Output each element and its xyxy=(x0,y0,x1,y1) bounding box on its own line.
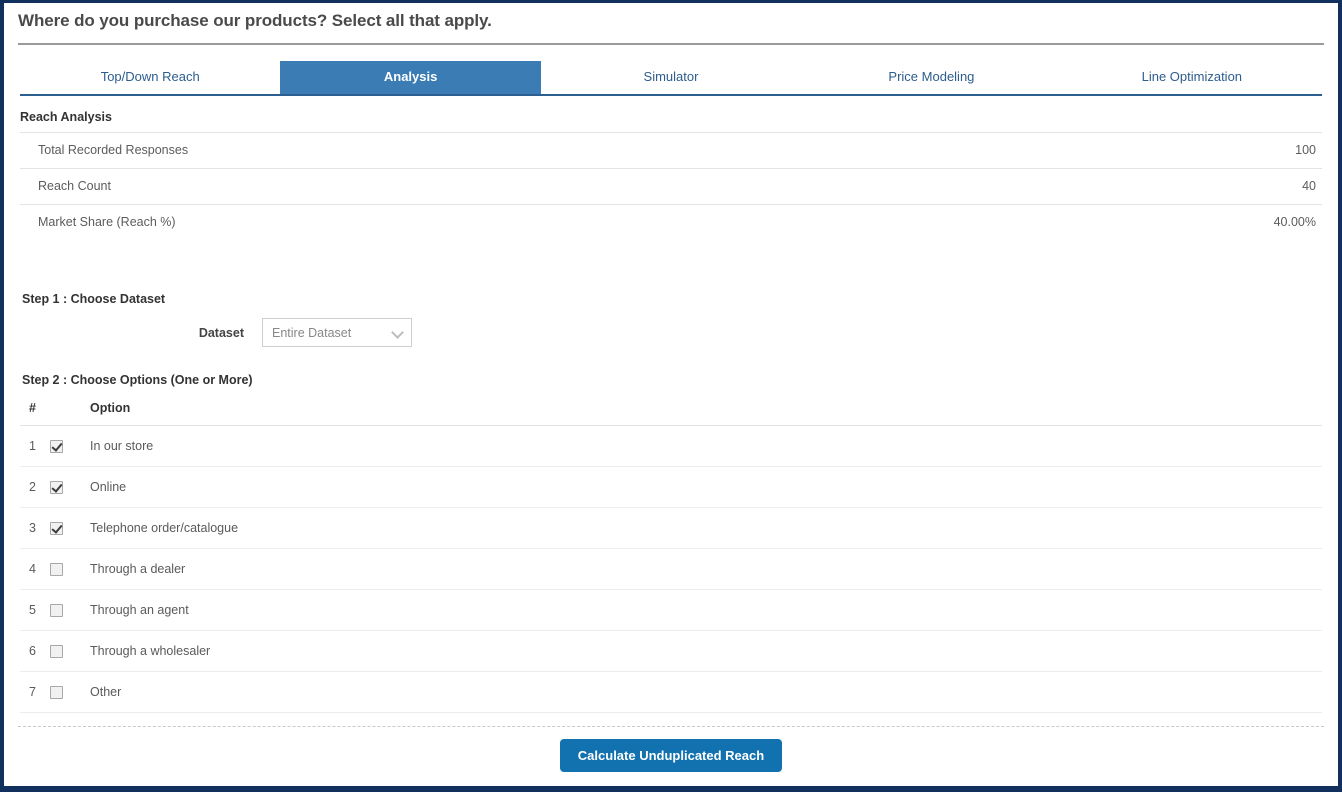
option-checkbox[interactable] xyxy=(50,645,63,658)
step1-title: Step 1 : Choose Dataset xyxy=(4,292,1338,306)
dataset-select[interactable]: Entire Dataset xyxy=(262,318,412,347)
option-index: 6 xyxy=(20,631,50,672)
table-row: 3 Telephone order/catalogue xyxy=(20,508,1322,549)
app-window: Where do you purchase our products? Sele… xyxy=(0,0,1342,792)
dataset-label: Dataset xyxy=(22,326,262,340)
table-row: 6 Through a wholesaler xyxy=(20,631,1322,672)
tab-line-optimization[interactable]: Line Optimization xyxy=(1062,61,1322,94)
metric-value: 100 xyxy=(1031,133,1322,169)
column-header-checkbox xyxy=(50,397,80,426)
table-row: 2 Online xyxy=(20,467,1322,508)
metric-label: Total Recorded Responses xyxy=(20,133,1031,169)
step2-title: Step 2 : Choose Options (One or More) xyxy=(4,373,1338,387)
tab-price-modeling[interactable]: Price Modeling xyxy=(801,61,1061,94)
option-checkbox-cell xyxy=(50,426,80,467)
option-checkbox[interactable] xyxy=(50,686,63,699)
tab-simulator[interactable]: Simulator xyxy=(541,61,801,94)
dataset-select-value: Entire Dataset xyxy=(272,325,351,341)
option-label: Other xyxy=(80,672,1322,713)
reach-analysis-table: Total Recorded Responses100Reach Count40… xyxy=(20,132,1322,240)
option-index: 7 xyxy=(20,672,50,713)
options-table: # Option 1 In our store 2 Online 3 Telephone … xyxy=(20,397,1322,713)
table-row: 7 Other xyxy=(20,672,1322,713)
calculate-unduplicated-reach-button[interactable]: Calculate Unduplicated Reach xyxy=(560,739,782,772)
metric-row: Market Share (Reach %)40.00% xyxy=(20,205,1322,241)
option-index: 4 xyxy=(20,549,50,590)
header-divider xyxy=(18,43,1324,45)
option-index: 1 xyxy=(20,426,50,467)
option-checkbox[interactable] xyxy=(50,604,63,617)
metric-label: Market Share (Reach %) xyxy=(20,205,1031,241)
footer-actions: Calculate Unduplicated Reach xyxy=(4,727,1338,786)
option-checkbox[interactable] xyxy=(50,522,63,535)
metric-label: Reach Count xyxy=(20,169,1031,205)
dataset-row: Dataset Entire Dataset xyxy=(4,318,1338,347)
option-checkbox-cell xyxy=(50,508,80,549)
option-checkbox[interactable] xyxy=(50,440,63,453)
metric-row: Total Recorded Responses100 xyxy=(20,133,1322,169)
option-checkbox-cell xyxy=(50,549,80,590)
tab-top-down-reach[interactable]: Top/Down Reach xyxy=(20,61,280,94)
option-index: 3 xyxy=(20,508,50,549)
option-index: 2 xyxy=(20,467,50,508)
option-label: Telephone order/catalogue xyxy=(80,508,1322,549)
option-checkbox-cell xyxy=(50,467,80,508)
reach-analysis-title: Reach Analysis xyxy=(4,96,1338,132)
section-spacer xyxy=(4,240,1338,292)
option-label: Through an agent xyxy=(80,590,1322,631)
option-label: Online xyxy=(80,467,1322,508)
option-label: In our store xyxy=(80,426,1322,467)
option-label: Through a dealer xyxy=(80,549,1322,590)
page-title: Where do you purchase our products? Sele… xyxy=(18,9,1324,33)
table-row: 4 Through a dealer xyxy=(20,549,1322,590)
tab-bar: Top/Down ReachAnalysisSimulatorPrice Mod… xyxy=(20,61,1322,96)
option-checkbox-cell xyxy=(50,672,80,713)
option-checkbox[interactable] xyxy=(50,563,63,576)
option-checkbox-cell xyxy=(50,631,80,672)
metric-value: 40.00% xyxy=(1031,205,1322,241)
option-checkbox-cell xyxy=(50,590,80,631)
column-header-option: Option xyxy=(80,397,1322,426)
option-label: Through a wholesaler xyxy=(80,631,1322,672)
option-checkbox[interactable] xyxy=(50,481,63,494)
table-row: 5 Through an agent xyxy=(20,590,1322,631)
options-header-row: # Option xyxy=(20,397,1322,426)
table-row: 1 In our store xyxy=(20,426,1322,467)
metric-row: Reach Count40 xyxy=(20,169,1322,205)
option-index: 5 xyxy=(20,590,50,631)
metric-value: 40 xyxy=(1031,169,1322,205)
page-header: Where do you purchase our products? Sele… xyxy=(4,3,1338,37)
chevron-down-icon xyxy=(392,327,403,338)
tab-analysis[interactable]: Analysis xyxy=(280,61,540,94)
footer: Calculate Unduplicated Reach xyxy=(4,726,1338,786)
column-header-number: # xyxy=(20,397,50,426)
